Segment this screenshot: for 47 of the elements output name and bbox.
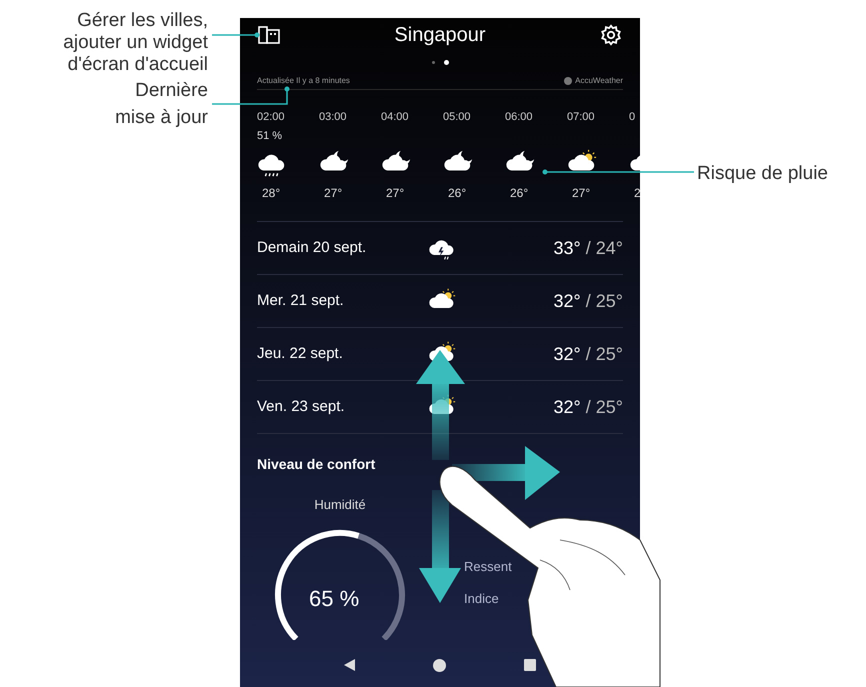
callout-text: Dernière (135, 80, 208, 102)
leader-line (212, 32, 260, 38)
humidity-value: 65 % (309, 584, 360, 612)
callout-text: Risque de pluie (697, 162, 828, 186)
home-icon[interactable] (433, 658, 446, 672)
day-label: Ven. 23 sept. (257, 396, 346, 417)
comfort-title: Niveau de confort (257, 455, 376, 474)
hour-label: 03:00 (319, 110, 347, 125)
cities-icon[interactable] (258, 26, 280, 44)
low-temperature: / 24° (586, 236, 623, 260)
humidity-label: Humidité (314, 496, 366, 514)
high-temperature: 33° (554, 236, 581, 260)
high-temperature: 32° (554, 342, 581, 366)
hour-temperature: 27° (572, 184, 590, 202)
hour-label: 06:00 (505, 110, 533, 125)
hour-label: 07:00 (567, 110, 595, 125)
city-title: Singapour (394, 23, 486, 48)
hour-temperature: 27° (386, 184, 404, 202)
callout-text: ajouter un widget (63, 32, 208, 54)
callout-text: d'écran d'accueil (68, 54, 208, 76)
low-temperature: / 25° (586, 290, 623, 312)
provider-logo-icon (564, 76, 572, 84)
hour-temperature: 26° (510, 184, 528, 202)
hour-temperature: 26° (448, 184, 466, 202)
callout-text: Gérer les villes, (77, 10, 208, 32)
low-temperature: / 25° (586, 396, 623, 418)
hour-label: 02:00 (257, 110, 285, 125)
back-icon[interactable] (344, 659, 355, 671)
feels-like-label: Ressent (464, 558, 512, 576)
hour-temperature: 27° (324, 184, 342, 202)
hour-temperature: 2 (634, 184, 640, 202)
day-label: Demain 20 sept. (257, 238, 368, 258)
high-temperature: 32° (554, 290, 581, 312)
hour-temperature: 28° (262, 184, 280, 202)
hour-label: 05:00 (443, 110, 471, 125)
hour-label: 04:00 (381, 110, 409, 125)
day-label: Mer. 21 sept. (257, 290, 345, 311)
rain-chance-text: 51 % (257, 129, 282, 144)
settings-icon[interactable] (600, 24, 622, 46)
hour-label: 0 (629, 110, 636, 125)
updated-text: Actualisée Il y a 8 minutes (257, 74, 350, 86)
index-label: Indice (464, 590, 499, 608)
provider-name: AccuWeather (575, 74, 623, 86)
low-temperature: / 25° (586, 342, 623, 366)
high-temperature: 32° (554, 396, 581, 418)
callout-text: mise à jour (115, 107, 208, 129)
day-label: Jeu. 22 sept. (257, 344, 344, 364)
